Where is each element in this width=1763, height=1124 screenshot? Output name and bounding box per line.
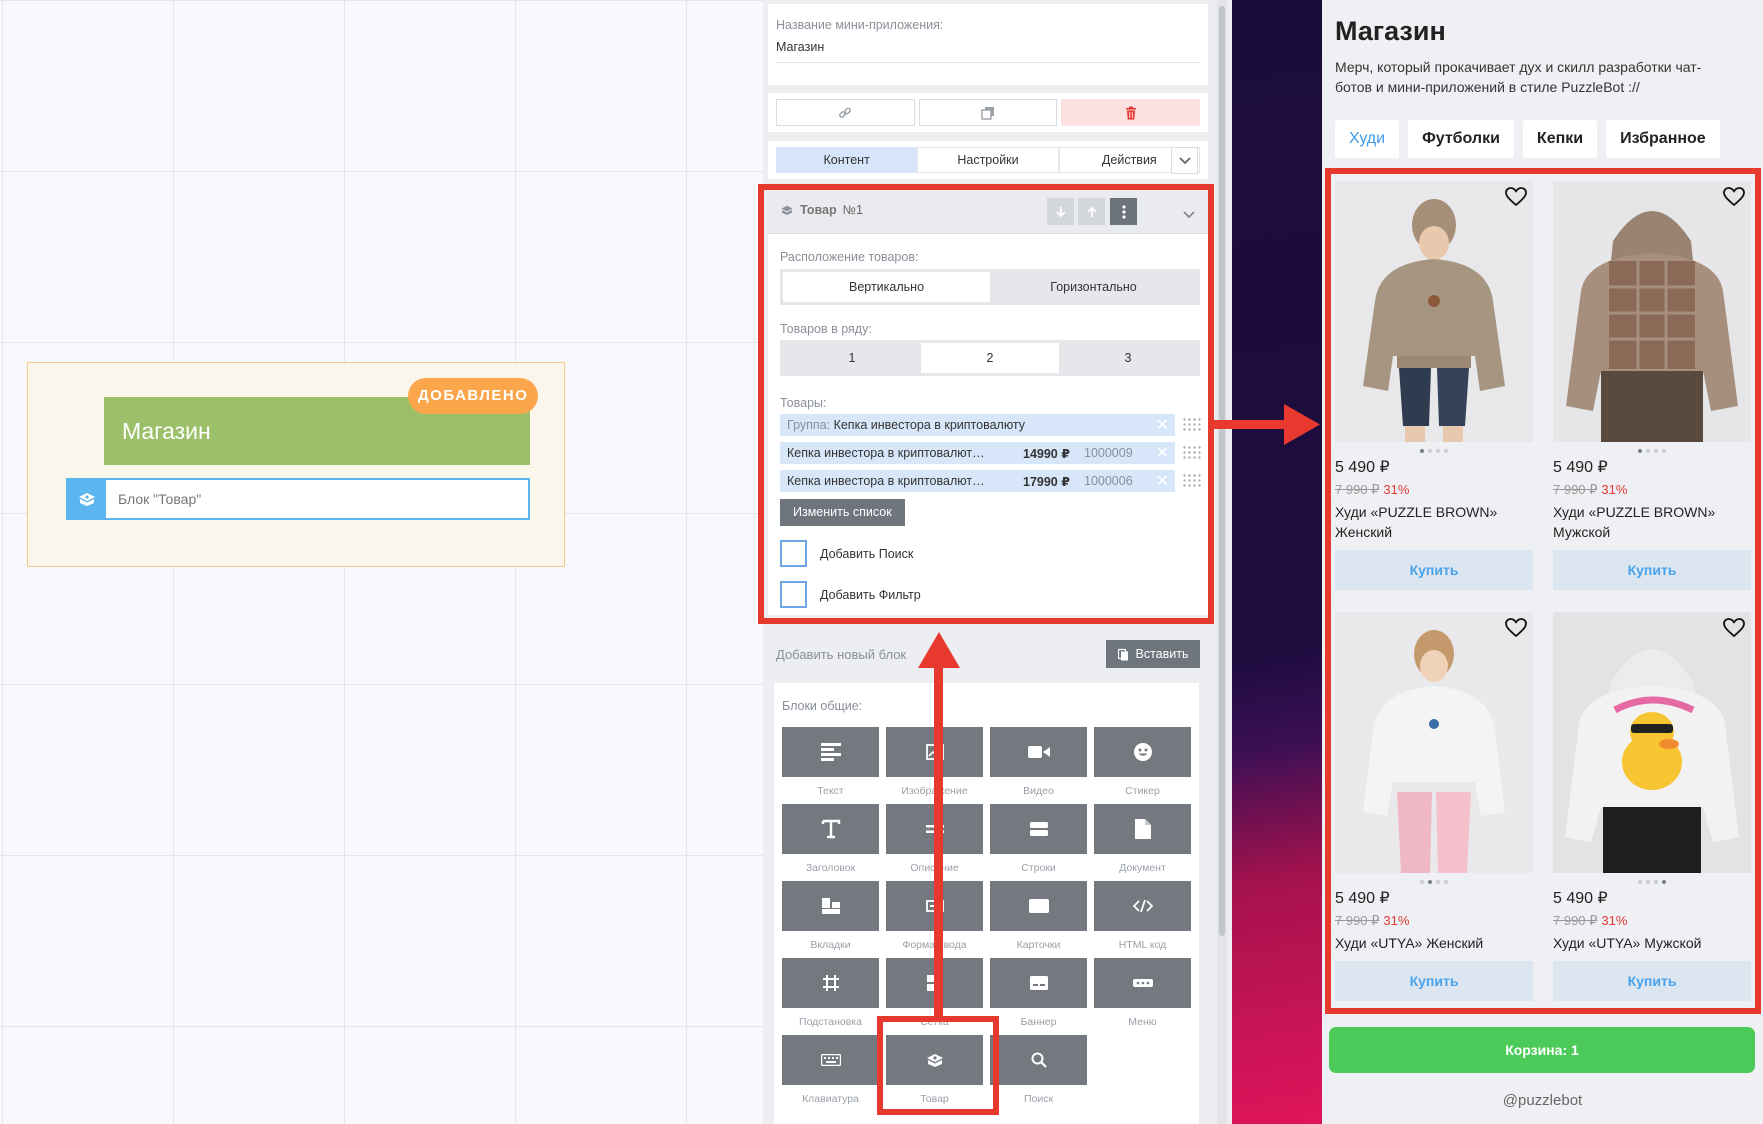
added-badge: ДОБАВЛЕНО — [408, 378, 539, 414]
trash-icon — [1125, 106, 1136, 119]
product-box-icon — [68, 480, 106, 518]
appname-label: Название мини-приложения: — [776, 18, 944, 32]
block-heading[interactable]: Заголовок — [782, 804, 879, 881]
video-icon — [990, 727, 1087, 777]
editor-tabs: Контент Настройки Действия — [768, 141, 1208, 179]
chevron-down-icon — [1178, 156, 1191, 164]
flow-canvas[interactable]: Магазин ДОБАВЛЕНО Блок "Товар" — [0, 0, 763, 1124]
block-keyboard[interactable]: Клавиатура — [782, 1035, 879, 1112]
block-actions — [768, 93, 1208, 132]
cards-icon — [990, 881, 1087, 931]
block-image[interactable]: Изображение — [886, 727, 983, 804]
chip-hoodies[interactable]: Худи — [1335, 120, 1400, 158]
delete-button[interactable] — [1061, 99, 1201, 126]
appname-input[interactable]: Магазин — [776, 40, 1200, 63]
block-label: Стикер — [1125, 784, 1160, 797]
paste-label: Вставить — [1135, 647, 1189, 661]
cart-button[interactable]: Корзина: 1 — [1329, 1027, 1755, 1073]
tabs-collapse-button[interactable] — [1171, 147, 1198, 174]
block-label: Видео — [1023, 784, 1054, 797]
tab-content[interactable]: Контент — [776, 147, 918, 173]
block-label: HTML код — [1118, 938, 1167, 951]
keyboard-icon — [782, 1035, 879, 1085]
block-label: Заголовок — [805, 861, 856, 874]
paste-icon — [1117, 648, 1128, 660]
code-icon — [1094, 881, 1191, 931]
document-icon — [1094, 804, 1191, 854]
block-cards[interactable]: Карточки — [990, 881, 1087, 958]
tab-settings[interactable]: Настройки — [917, 147, 1059, 173]
block-video[interactable]: Видео — [990, 727, 1087, 804]
block-search[interactable]: Поиск — [990, 1035, 1087, 1112]
paste-button[interactable]: Вставить — [1106, 640, 1200, 668]
block-label: Баннер — [1020, 1015, 1057, 1028]
block-label: Клавиатура — [802, 1092, 859, 1105]
image-icon — [886, 727, 983, 777]
substitution-icon — [782, 958, 879, 1008]
flow-node-shop[interactable]: Магазин ДОБАВЛЕНО Блок "Товар" — [27, 362, 565, 567]
tabs-icon — [782, 881, 879, 931]
block-document[interactable]: Документ — [1094, 804, 1191, 881]
block-tabs[interactable]: Вкладки — [782, 881, 879, 958]
link-icon — [839, 107, 852, 118]
banner-icon — [990, 958, 1087, 1008]
block-banner[interactable]: Баннер — [990, 958, 1087, 1035]
block-form[interactable]: Форма ввода — [886, 881, 983, 958]
bot-handle: @puzzlebot — [1502, 1092, 1583, 1109]
block-label: Форма ввода — [902, 938, 967, 951]
block-label: Карточки — [1016, 938, 1061, 951]
description-icon — [886, 804, 983, 854]
chip-tshirts[interactable]: Футболки — [1408, 120, 1514, 158]
chip-favorites[interactable]: Избранное — [1606, 120, 1720, 158]
form-icon — [886, 881, 983, 931]
shop-description: Мерч, который прокачивает дух и скилл ра… — [1335, 59, 1702, 95]
rows-icon — [990, 804, 1087, 854]
block-label: Вкладки — [810, 938, 851, 951]
blocks-label: Блоки общие: — [782, 699, 863, 713]
block-text[interactable]: Текст — [782, 727, 879, 804]
add-block-label: Добавить новый блок — [776, 647, 907, 662]
block-rows[interactable]: Строки — [990, 804, 1087, 881]
copy-icon — [981, 106, 994, 120]
block-label: Меню — [1128, 1015, 1157, 1028]
shop-title: Магазин — [1335, 16, 1446, 46]
block-label: Строки — [1021, 861, 1056, 874]
sticker-icon — [1094, 727, 1191, 777]
highlight-product-block-tile — [877, 1016, 999, 1115]
duplicate-button[interactable] — [918, 99, 1058, 126]
block-label: Текст — [817, 784, 844, 797]
highlight-product-preview — [1325, 168, 1761, 1014]
text-align-icon — [782, 727, 879, 777]
block-html[interactable]: HTML код — [1094, 881, 1191, 958]
block-substitution[interactable]: Подстановка — [782, 958, 879, 1035]
appname-card: Название мини-приложения: Магазин — [768, 4, 1208, 85]
search-icon — [990, 1035, 1087, 1085]
block-label: Документ — [1119, 861, 1166, 874]
category-chips: Худи Футболки Кепки Избранное — [1335, 120, 1720, 158]
editor-scrollbar-thumb[interactable] — [1219, 6, 1225, 936]
node-block-label: Блок "Товар" — [118, 491, 202, 507]
block-label: Описание — [910, 861, 959, 874]
node-product-block[interactable]: Блок "Товар" — [66, 478, 530, 520]
block-label: Поиск — [1023, 1092, 1054, 1105]
block-label: Подстановка — [799, 1015, 862, 1028]
block-sticker[interactable]: Стикер — [1094, 727, 1191, 804]
block-description[interactable]: Описание — [886, 804, 983, 881]
highlight-product-settings — [758, 184, 1214, 624]
chip-caps[interactable]: Кепки — [1522, 120, 1598, 158]
grid-icon — [886, 958, 983, 1008]
background-wallpaper — [1232, 0, 1322, 1124]
copy-link-button[interactable] — [776, 99, 915, 126]
heading-icon — [782, 804, 879, 854]
menu-icon — [1094, 958, 1191, 1008]
block-label: Изображение — [901, 784, 968, 797]
block-menu[interactable]: Меню — [1094, 958, 1191, 1035]
